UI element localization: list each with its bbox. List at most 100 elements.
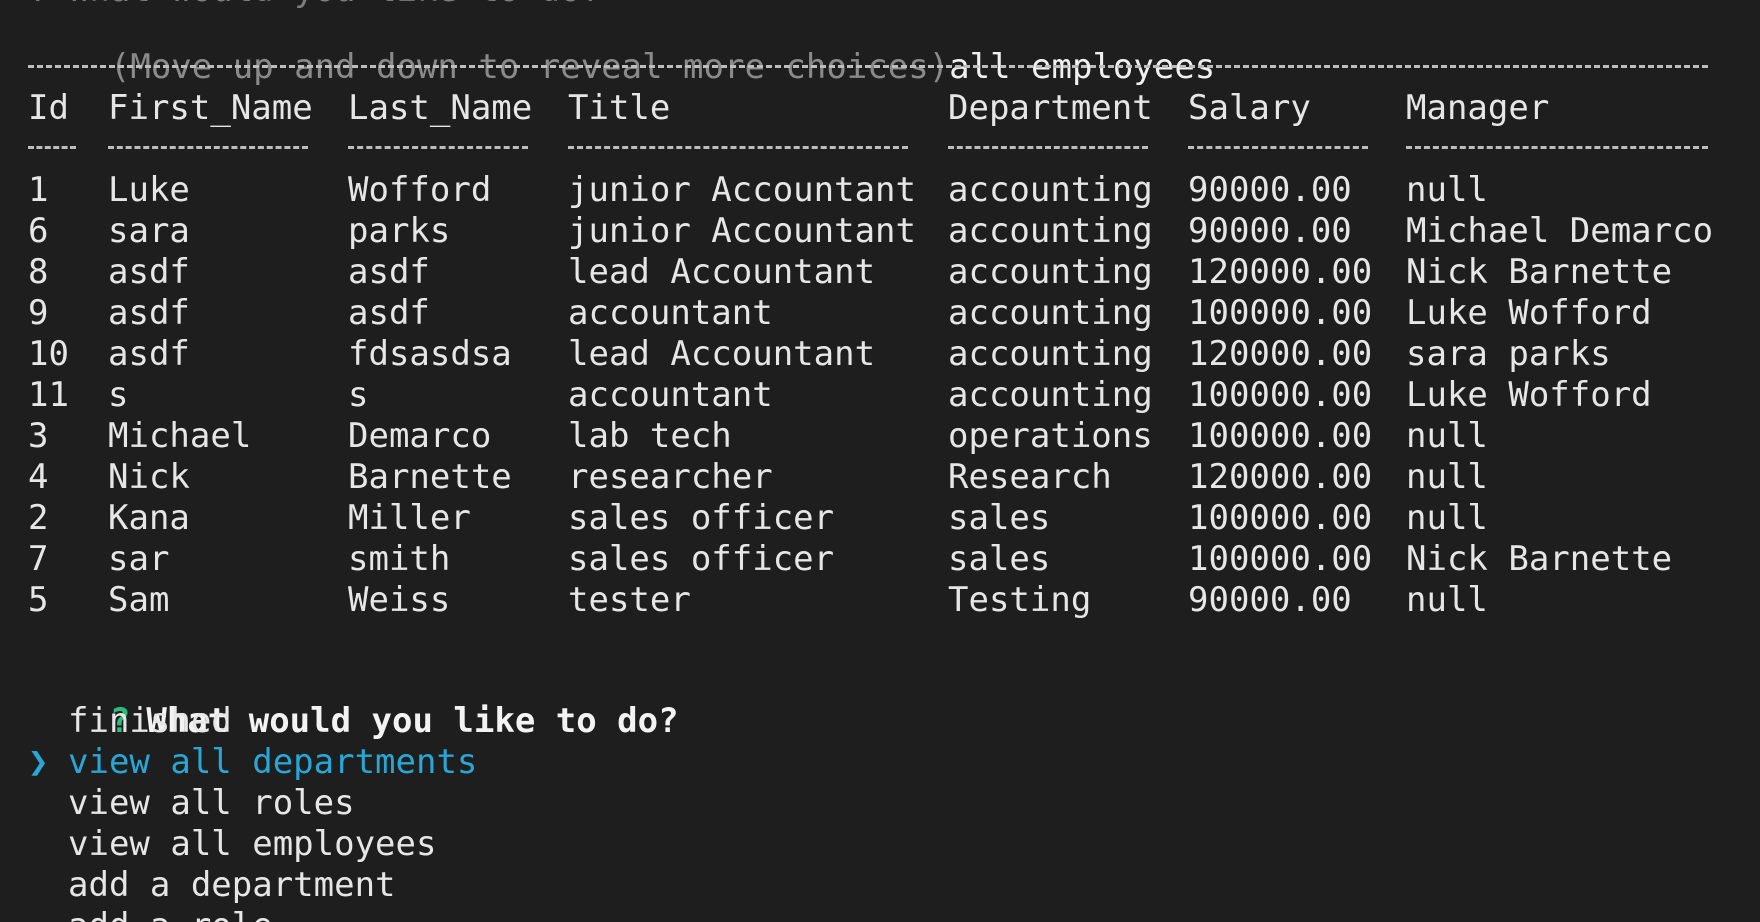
cell-salary: 100000.00 xyxy=(1188,498,1373,538)
table-row: 8 asdf asdf lead Accountant accounting 120000… xyxy=(28,252,1728,293)
table-header-row: Id First_Name Last_Name Title Department… xyxy=(28,88,1728,129)
table-row: 2 Kana Miller sales officer sales 100000.00 nu… xyxy=(28,498,1728,539)
cell-id: 4 xyxy=(28,457,49,497)
cell-last-name: s xyxy=(348,375,369,415)
menu-option-label: view all employees xyxy=(68,824,437,864)
separator-id xyxy=(28,146,76,149)
cell-title: tester xyxy=(568,580,691,620)
cell-manager: Luke Wofford xyxy=(1406,293,1652,333)
separator-title xyxy=(568,146,908,149)
menu-option[interactable]: add a department xyxy=(28,865,1028,906)
cell-first-name: s xyxy=(108,375,129,415)
cell-department: sales xyxy=(948,539,1051,579)
cell-first-name: sara xyxy=(108,211,190,251)
cell-first-name: Sam xyxy=(108,580,170,620)
cell-last-name: parks xyxy=(348,211,451,251)
menu-option[interactable]: view all roles xyxy=(28,783,1028,824)
cell-title: sales officer xyxy=(568,539,835,579)
menu-option[interactable]: add a role xyxy=(28,906,1028,922)
cell-last-name: Miller xyxy=(348,498,471,538)
cell-title: junior Accountant xyxy=(568,170,916,210)
menu-option-label: view all departments xyxy=(68,742,478,782)
cell-last-name: asdf xyxy=(348,252,430,292)
cell-title: sales officer xyxy=(568,498,835,538)
cell-id: 3 xyxy=(28,416,49,456)
cell-title: researcher xyxy=(568,457,773,497)
cell-department: accounting xyxy=(948,293,1153,333)
table-row: 1 Luke Wofford junior Accountant accounting 9… xyxy=(28,170,1728,211)
cell-last-name: Weiss xyxy=(348,580,451,620)
separator-department xyxy=(948,146,1148,149)
cell-title: accountant xyxy=(568,375,773,415)
cell-first-name: Kana xyxy=(108,498,190,538)
cell-last-name: fdsasdsa xyxy=(348,334,512,374)
cell-manager: null xyxy=(1406,416,1488,456)
cell-id: 9 xyxy=(28,293,49,333)
cell-title: accountant xyxy=(568,293,773,333)
cell-id: 8 xyxy=(28,252,49,292)
selection-pointer-icon: ❯ xyxy=(28,742,49,782)
cell-last-name: Barnette xyxy=(348,457,512,497)
menu-option[interactable]: view all employees xyxy=(28,824,1028,865)
cell-salary: 100000.00 xyxy=(1188,293,1373,333)
table-row: 5 Sam Weiss tester Testing 90000.00 null xyxy=(28,580,1728,621)
menu-option[interactable]: ❯ view all departments xyxy=(28,742,1028,783)
cell-department: accounting xyxy=(948,211,1153,251)
cell-salary: 90000.00 xyxy=(1188,211,1352,251)
cell-department: operations xyxy=(948,416,1153,456)
cell-last-name: asdf xyxy=(348,293,430,333)
table-row: 9 asdf asdf accountant accounting 100000.00 Lu… xyxy=(28,293,1728,334)
separator-last-name xyxy=(348,146,528,149)
cell-manager: null xyxy=(1406,498,1488,538)
cell-salary: 100000.00 xyxy=(1188,539,1373,579)
table-row: 10 asdf fdsasdsa lead Accountant accounting 1… xyxy=(28,334,1728,375)
separator-first-name xyxy=(108,146,308,149)
cell-department: accounting xyxy=(948,252,1153,292)
cell-first-name: asdf xyxy=(108,293,190,333)
cell-id: 2 xyxy=(28,498,49,538)
table-top-divider xyxy=(28,65,1708,68)
cell-salary: 100000.00 xyxy=(1188,416,1373,456)
table-row: 11 s s accountant accounting 100000.00 Luke Wo… xyxy=(28,375,1728,416)
column-header-salary: Salary xyxy=(1188,88,1311,128)
cell-first-name: Michael xyxy=(108,416,252,456)
menu-option-label: add a role xyxy=(68,906,273,922)
cell-salary: 90000.00 xyxy=(1188,580,1352,620)
cell-title: lead Accountant xyxy=(568,334,876,374)
cell-last-name: Demarco xyxy=(348,416,492,456)
menu-option[interactable]: finished xyxy=(28,701,1028,742)
employee-table-body: 1 Luke Wofford junior Accountant accounting 9… xyxy=(28,170,1728,621)
cell-title: lab tech xyxy=(568,416,732,456)
cell-salary: 90000.00 xyxy=(1188,170,1352,210)
table-row: 4 Nick Barnette researcher Research 120000.00… xyxy=(28,457,1728,498)
column-header-first-name: First_Name xyxy=(108,88,313,128)
cell-manager: null xyxy=(1406,580,1488,620)
cell-title: junior Accountant xyxy=(568,211,916,251)
separator-salary xyxy=(1188,146,1368,149)
separator-manager xyxy=(1406,146,1708,149)
cell-id: 6 xyxy=(28,211,49,251)
column-header-title: Title xyxy=(568,88,671,128)
table-row: 7 sar smith sales officer sales 100000.00 Nick… xyxy=(28,539,1728,580)
cell-salary: 120000.00 xyxy=(1188,457,1373,497)
column-header-id: Id xyxy=(28,88,69,128)
menu-option-label: add a department xyxy=(68,865,396,905)
cell-department: Research xyxy=(948,457,1112,497)
inquirer-question: ? What would you like to do? xyxy=(28,660,679,741)
cell-manager: null xyxy=(1406,170,1488,210)
cell-department: Testing xyxy=(948,580,1092,620)
cell-id: 10 xyxy=(28,334,69,374)
cell-id: 5 xyxy=(28,580,49,620)
cell-id: 11 xyxy=(28,375,69,415)
cell-department: accounting xyxy=(948,170,1153,210)
cell-manager: Nick Barnette xyxy=(1406,539,1673,579)
cell-first-name: sar xyxy=(108,539,170,579)
menu-option-label: view all roles xyxy=(68,783,355,823)
menu-option-label: finished xyxy=(68,701,232,741)
cell-first-name: asdf xyxy=(108,334,190,374)
choice-menu[interactable]: finished ❯ view all departments view all ro… xyxy=(28,701,1028,922)
cell-first-name: Nick xyxy=(108,457,190,497)
cell-department: accounting xyxy=(948,375,1153,415)
cell-manager: null xyxy=(1406,457,1488,497)
cell-title: lead Accountant xyxy=(568,252,876,292)
